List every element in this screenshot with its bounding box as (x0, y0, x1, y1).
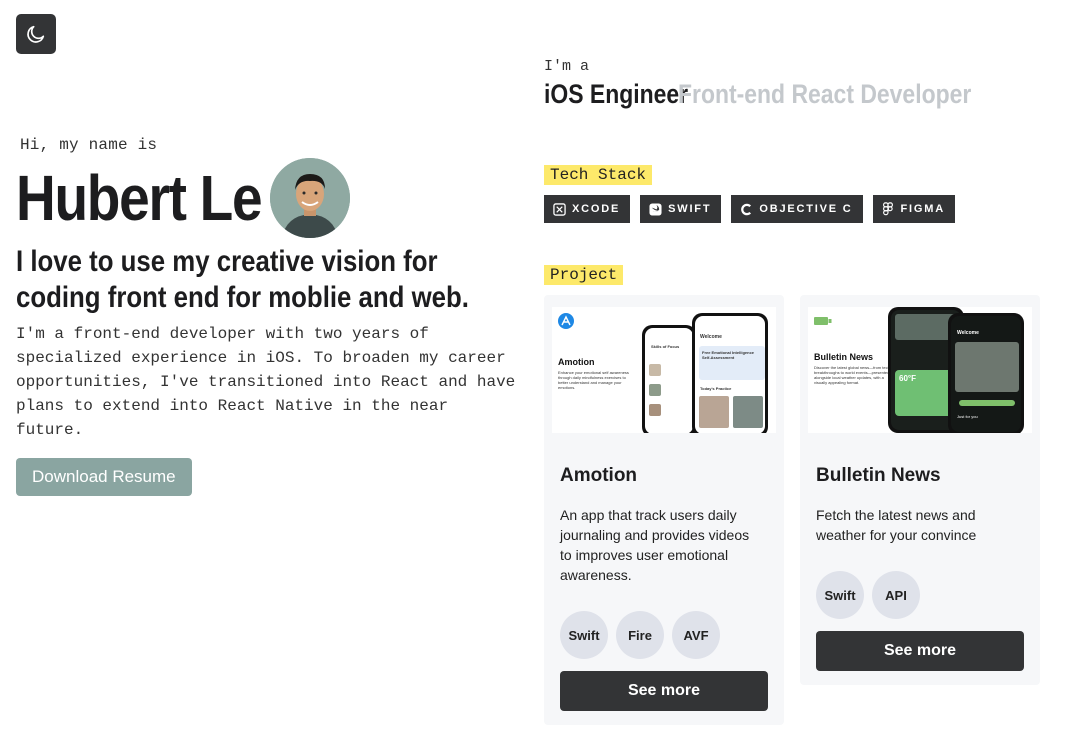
bio-paragraph: I'm a front-end developer with two years… (16, 325, 516, 439)
preview-phone-2: Welcome Just for you (948, 313, 1024, 433)
preview-section-title: Today's Practice (700, 386, 732, 391)
tech-chip-label: SWIFT (668, 203, 712, 215)
tech-stack-list: XCODE SWIFT OBJECTIVE C FIGMA (544, 195, 955, 223)
project-card-bulletin-news: Bulletin News Discover the latest global… (800, 295, 1040, 685)
xcode-icon (552, 202, 566, 216)
greeting-text: Hi, my name is (20, 136, 158, 154)
tech-chip-swift[interactable]: SWIFT (640, 195, 722, 223)
preview-screen-title: Welcome (957, 330, 979, 336)
tagline-heading: I love to use my creative vision for cod… (16, 245, 469, 314)
tech-chip-xcode[interactable]: XCODE (544, 195, 631, 223)
tech-chip-label: OBJECTIVE C (759, 203, 853, 215)
hero-section: Hi, my name is Hubert Le I love to use m… (16, 136, 516, 496)
role-secondary: Front-end React Developer (678, 79, 972, 109)
project-description: Fetch the latest news and weather for yo… (816, 507, 977, 543)
see-more-button[interactable]: See more (816, 631, 1024, 671)
swift-icon (648, 202, 662, 216)
app-logo-icon (814, 317, 832, 325)
preview-blurb: Enhance your emotional self awareness th… (558, 370, 629, 390)
roles-row: iOS Engineer Front-end React Developer (544, 79, 1064, 110)
tech-chip-label: XCODE (572, 203, 621, 215)
preview-phone-1: Skills of Focus (642, 325, 696, 433)
roles-prefix: I'm a (544, 58, 590, 75)
moon-icon (27, 25, 45, 43)
objective-c-icon (739, 202, 753, 216)
project-card-amotion: Amotion Enhance your emotional self awar… (544, 295, 784, 725)
project-title: Amotion (560, 465, 638, 486)
name-heading: Hubert Le (16, 162, 263, 234)
project-preview-image: Bulletin News Discover the latest global… (808, 307, 1032, 433)
project-tag: Swift (816, 571, 864, 619)
project-tag: AVF (672, 611, 720, 659)
project-tag: Swift (560, 611, 608, 659)
preview-card-text: Free Emotional Intelligence Self-Assessm… (702, 350, 755, 360)
figma-icon (881, 202, 895, 216)
project-label: Project (544, 265, 624, 285)
theme-toggle-button[interactable] (16, 14, 56, 54)
tech-stack-label: Tech Stack (544, 165, 653, 185)
name-row: Hubert Le (16, 158, 516, 238)
download-resume-button[interactable]: Download Resume (16, 458, 192, 496)
avatar (270, 158, 350, 238)
preview-temp: 60°F (899, 374, 916, 383)
preview-screen-title: Welcome (700, 334, 722, 340)
project-tag: API (872, 571, 920, 619)
tech-chip-objective-c[interactable]: OBJECTIVE C (731, 195, 863, 223)
preview-screen-title: Skills of Focus (651, 344, 680, 349)
project-tag: Fire (616, 611, 664, 659)
project-title: Bulletin News (816, 465, 941, 486)
preview-section-title: Just for you (957, 414, 978, 419)
project-tags: Swift API (816, 571, 1024, 619)
role-primary: iOS Engineer (544, 79, 689, 109)
see-more-button[interactable]: See more (560, 671, 768, 711)
app-logo-icon (558, 313, 574, 329)
preview-app-name: Amotion (558, 357, 595, 367)
tech-chip-label: FIGMA (900, 203, 945, 215)
tech-chip-figma[interactable]: FIGMA (872, 195, 955, 223)
project-tags: Swift Fire AVF (560, 611, 768, 659)
roles-section: I'm a iOS Engineer Front-end React Devel… (544, 58, 1064, 110)
preview-app-name: Bulletin News (814, 352, 874, 362)
preview-phone-2: Welcome Free Emotional Intelligence Self… (692, 313, 768, 433)
project-preview-image: Amotion Enhance your emotional self awar… (552, 307, 776, 433)
preview-blurb: Discover the latest global news—from tec… (814, 365, 890, 385)
project-description: An app that track users daily journaling… (560, 507, 750, 583)
